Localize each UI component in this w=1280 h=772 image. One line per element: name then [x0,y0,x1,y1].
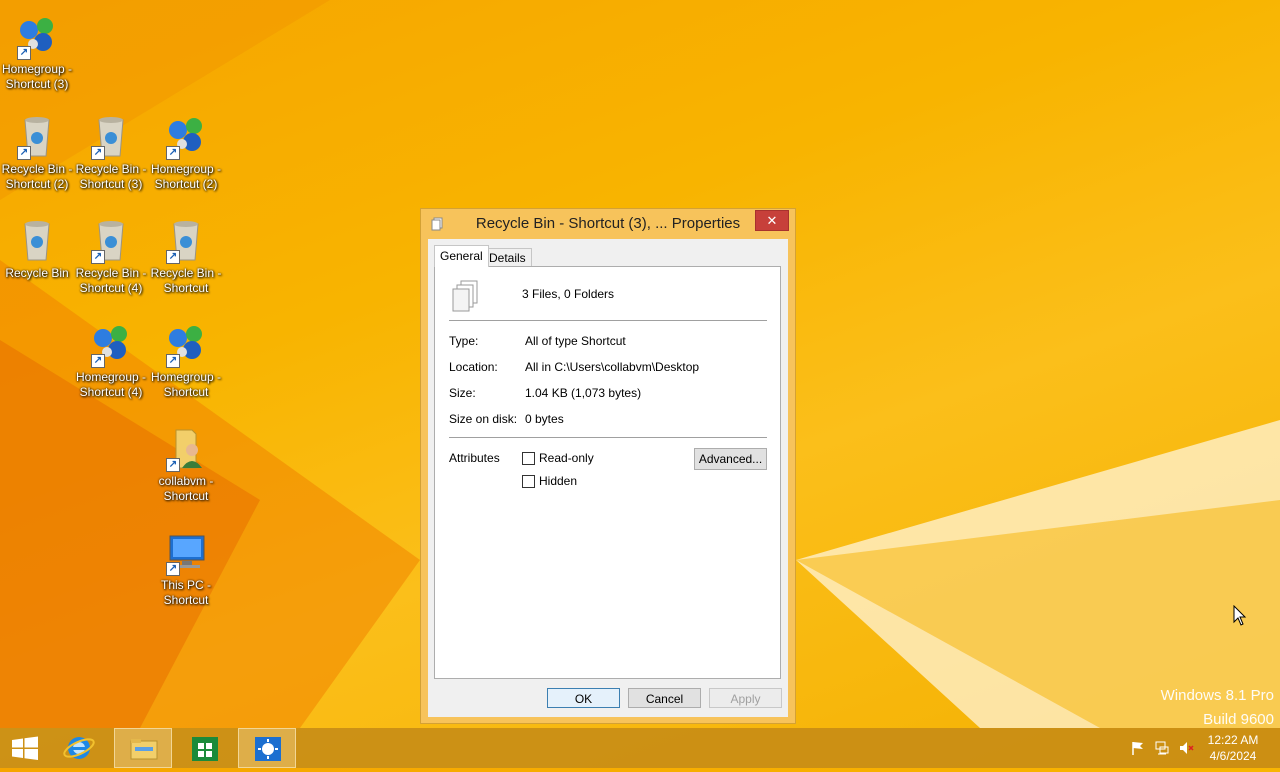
start-button[interactable] [0,728,50,768]
location-label: Location: [449,360,498,374]
action-center-flag-icon[interactable] [1130,740,1146,756]
clock[interactable]: 12:22 AM 4/6/2024 [1198,732,1268,764]
desktop-icon-homegroup-shortcut-3[interactable]: ↗ Homegroup - Shortcut (3) [0,12,74,92]
general-tab-panel: 3 Files, 0 Folders Type: All of type Sho… [434,266,781,679]
recycle-bin-icon [13,216,61,264]
taskbar-internet-explorer[interactable] [50,728,108,768]
shortcut-arrow-icon: ↗ [91,354,105,368]
network-icon[interactable] [1154,740,1170,756]
recycle-bin-icon: ↗ [87,112,135,160]
desktop-icon-label: This PC - Shortcut [160,578,211,607]
size-on-disk-value: 0 bytes [525,412,564,426]
clock-time: 12:22 AM [1207,733,1259,747]
control-panel-icon [255,737,281,761]
dialog-titlebar[interactable]: Recycle Bin - Shortcut (3), ... Properti… [421,209,795,239]
desktop-icon-label: Recycle Bin - Shortcut (3) [75,162,147,191]
homegroup-icon: ↗ [162,112,210,160]
shortcut-arrow-icon: ↗ [166,562,180,576]
desktop-icon-label: Homegroup - Shortcut (3) [1,62,73,91]
desktop-icon-this-pc-shortcut[interactable]: ↗ This PC - Shortcut [149,528,223,608]
mouse-cursor-icon [1233,605,1247,626]
watermark-edition: Windows 8.1 Pro [1160,687,1274,704]
shortcut-arrow-icon: ↗ [166,250,180,264]
hidden-checkbox[interactable] [522,474,535,488]
taskbar: 12:22 AM 4/6/2024 [0,728,1280,768]
clock-date: 4/6/2024 [1209,749,1257,763]
desktop-icon-recycle-bin-shortcut-4[interactable]: ↗ Recycle Bin - Shortcut (4) [74,216,148,296]
multiple-files-icon [452,280,478,312]
size-label: Size: [449,386,476,400]
shortcut-arrow-icon: ↗ [17,146,31,160]
shortcut-arrow-icon: ↗ [17,46,31,60]
desktop-icon-recycle-bin-shortcut-2[interactable]: ↗ Recycle Bin - Shortcut (2) [0,112,74,192]
desktop-icon-homegroup-shortcut-4[interactable]: ↗ Homegroup - Shortcut (4) [74,320,148,400]
tab-general[interactable]: General [434,245,489,267]
shortcut-arrow-icon: ↗ [91,250,105,264]
recycle-bin-icon: ↗ [162,216,210,264]
readonly-checkbox[interactable] [522,451,535,465]
file-explorer-icon [130,739,158,760]
properties-dialog: Recycle Bin - Shortcut (3), ... Properti… [420,208,796,724]
selection-summary: 3 Files, 0 Folders [522,287,615,301]
desktop-icon-homegroup-shortcut-2[interactable]: ↗ Homegroup - Shortcut (2) [149,112,223,192]
desktop-icon-label: Homegroup - Shortcut [150,370,222,399]
size-value: 1.04 KB (1,073 bytes) [525,386,642,400]
close-button[interactable]: ✕ [755,210,789,231]
computer-icon: ↗ [162,528,210,576]
shortcut-arrow-icon: ↗ [166,146,180,160]
taskbar-file-explorer[interactable] [114,728,172,768]
dialog-title: Recycle Bin - Shortcut (3), ... Properti… [475,215,741,232]
desktop-icon-label: Recycle Bin - Shortcut [150,266,222,295]
desktop-icon-label: Recycle Bin - Shortcut (4) [75,266,147,295]
homegroup-icon: ↗ [162,320,210,368]
shortcut-arrow-icon: ↗ [166,354,180,368]
location-value: All in C:\Users\collabvm\Desktop [525,360,700,374]
hidden-label: Hidden [539,474,578,488]
homegroup-icon: ↗ [87,320,135,368]
desktop-icon-recycle-bin-shortcut-3[interactable]: ↗ Recycle Bin - Shortcut (3) [74,112,148,192]
readonly-checkbox-row[interactable]: Read-only [522,451,594,465]
desktop-icon-recycle-bin[interactable]: Recycle Bin [0,216,74,281]
separator [449,437,767,438]
volume-muted-icon[interactable] [1178,740,1194,756]
desktop-icon-label: Recycle Bin [5,266,69,280]
desktop-icon-homegroup-shortcut[interactable]: ↗ Homegroup - Shortcut [149,320,223,400]
separator [449,320,767,321]
desktop-icon-label: collabvm - Shortcut [158,474,214,503]
cancel-button[interactable]: Cancel [628,688,701,708]
taskbar-store[interactable] [176,728,234,768]
desktop-icon-label: Recycle Bin - Shortcut (2) [1,162,73,191]
ok-button[interactable]: OK [547,688,620,708]
tab-details[interactable]: Details [483,248,532,267]
recycle-bin-icon: ↗ [13,112,61,160]
desktop-icon-recycle-bin-shortcut[interactable]: ↗ Recycle Bin - Shortcut [149,216,223,296]
apply-button[interactable]: Apply [709,688,782,708]
dialog-body: General Details 3 Files, 0 Folders Type:… [428,239,788,717]
shortcut-arrow-icon: ↗ [166,458,180,472]
user-folder-icon: ↗ [162,424,210,472]
readonly-label: Read-only [539,451,594,465]
windows-logo-icon [12,736,38,760]
advanced-button[interactable]: Advanced... [694,448,767,470]
type-label: Type: [449,334,479,348]
desktop-icon-collabvm-shortcut[interactable]: ↗ collabvm - Shortcut [149,424,223,504]
size-on-disk-label: Size on disk: [449,412,518,426]
type-value: All of type Shortcut [525,334,626,348]
recycle-bin-icon: ↗ [87,216,135,264]
shortcut-arrow-icon: ↗ [91,146,105,160]
attributes-label: Attributes [449,451,500,465]
hidden-checkbox-row[interactable]: Hidden [522,474,577,488]
windows-version-watermark: Windows 8.1 Pro Build 9600 [1161,684,1274,732]
taskbar-control-panel[interactable] [238,728,296,768]
homegroup-icon: ↗ [13,12,61,60]
desktop-icon-label: Homegroup - Shortcut (4) [75,370,147,399]
internet-explorer-icon [63,737,95,759]
desktop-icon-label: Homegroup - Shortcut (2) [150,162,222,191]
store-icon [192,737,218,761]
